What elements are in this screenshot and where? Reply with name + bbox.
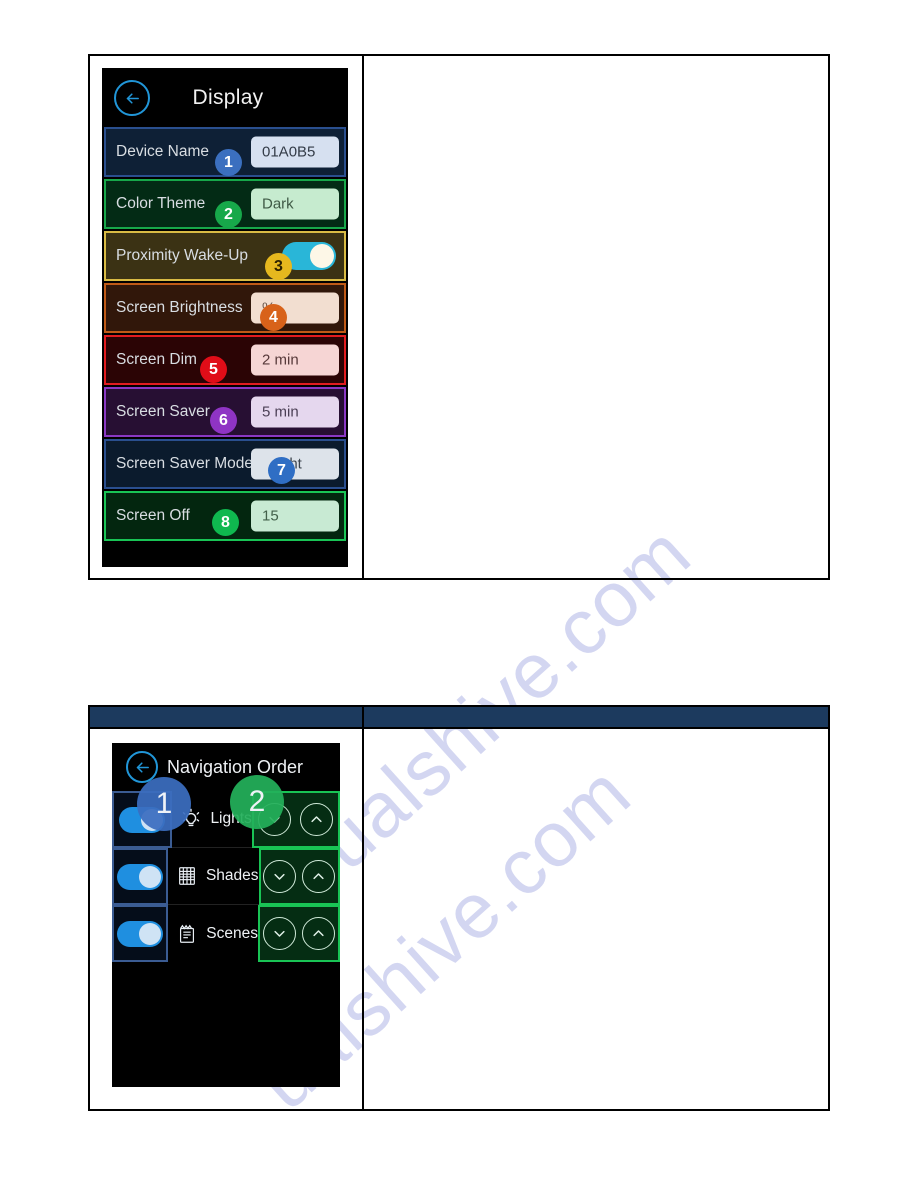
setting-label: Color Theme (116, 195, 206, 212)
callout-badge-3: 3 (265, 253, 292, 280)
scenes-icon (180, 924, 195, 943)
setting-label: Screen Saver (116, 403, 210, 420)
setting-label: Screen Brightness (116, 299, 243, 316)
shades-visibility-toggle[interactable] (116, 863, 163, 890)
move-up-button[interactable] (302, 917, 335, 950)
setting-row-screen-saver-mode[interactable]: Screen Saver Mode ght (104, 439, 346, 489)
callout-badge-2: 2 (230, 775, 284, 829)
chevron-up-icon (313, 930, 324, 937)
callout-badge-8: 8 (212, 509, 239, 536)
setting-label: Screen Dim (116, 351, 197, 368)
figure-table-display: Display Device Name 01A0B5 Color Theme D… (88, 54, 830, 580)
callout-badge-5: 5 (200, 356, 227, 383)
nav-reorder-controls-shades (258, 848, 340, 905)
nav-reorder-controls-scenes (258, 905, 340, 962)
setting-label: Screen Saver Mode (116, 455, 253, 472)
setting-value-field[interactable]: 5 min (251, 396, 339, 428)
nav-item-label: Shades (205, 867, 259, 884)
blinds-icon (179, 867, 195, 885)
chevron-down-icon (274, 930, 285, 937)
arrow-left-icon (126, 92, 139, 104)
nav-item-label: Scenes (206, 924, 258, 942)
arrow-left-icon (136, 761, 149, 773)
callout-badge-6: 6 (210, 407, 237, 434)
move-down-button[interactable] (263, 860, 297, 893)
setting-label: Device Name (116, 143, 210, 160)
setting-value-field[interactable]: 01A0B5 (251, 136, 339, 168)
move-up-button[interactable] (302, 860, 336, 893)
table-header-bar (90, 707, 828, 729)
nav-item-shades: Shades (167, 848, 259, 905)
chevron-up-icon (311, 816, 323, 823)
setting-label: Screen Off (116, 507, 190, 524)
setting-value-field[interactable]: ght (251, 448, 339, 480)
nav-row-scenes: Scenes (112, 905, 340, 962)
nav-toggle-cell[interactable] (112, 848, 168, 905)
callout-badge-4: 4 (260, 304, 287, 331)
callout-badge-1: 1 (215, 149, 242, 176)
setting-value-field[interactable]: 2 min (251, 344, 339, 376)
device-title-bar: Display (102, 68, 348, 127)
callout-badge-7: 7 (268, 457, 295, 484)
back-button[interactable] (114, 80, 150, 116)
chevron-up-icon (313, 873, 324, 880)
table-right-cell (364, 731, 828, 1109)
move-down-button[interactable] (263, 917, 296, 950)
callout-badge-2: 2 (215, 201, 242, 228)
setting-row-screen-brightness[interactable]: Screen Brightness % (104, 283, 346, 333)
setting-value-field[interactable]: Dark (251, 188, 339, 220)
figure-table-navigation-order: Navigation Order Lights Shades Scenes 1 … (88, 705, 830, 1111)
nav-row-shades: Shades (112, 848, 340, 905)
setting-label: Proximity Wake-Up (116, 247, 249, 264)
setting-row-screen-dim[interactable]: Screen Dim 2 min (104, 335, 346, 385)
setting-row-proximity-wake-up[interactable]: Proximity Wake-Up (104, 231, 346, 281)
setting-value-field[interactable]: 15 (251, 500, 339, 532)
document-page: ualshive.com ualshive.com Display Device… (0, 0, 918, 1188)
device-empty-area (112, 962, 340, 1083)
nav-toggle-cell[interactable] (112, 905, 169, 962)
device-screenshot-display: Display Device Name 01A0B5 Color Theme D… (102, 68, 348, 567)
nav-item-scenes: Scenes (168, 905, 258, 962)
move-up-button[interactable] (300, 803, 334, 836)
scenes-visibility-toggle[interactable] (117, 920, 164, 947)
callout-badge-1: 1 (137, 777, 191, 831)
chevron-down-icon (274, 873, 285, 880)
table-right-cell (364, 56, 828, 578)
table-header-divider (362, 707, 364, 729)
